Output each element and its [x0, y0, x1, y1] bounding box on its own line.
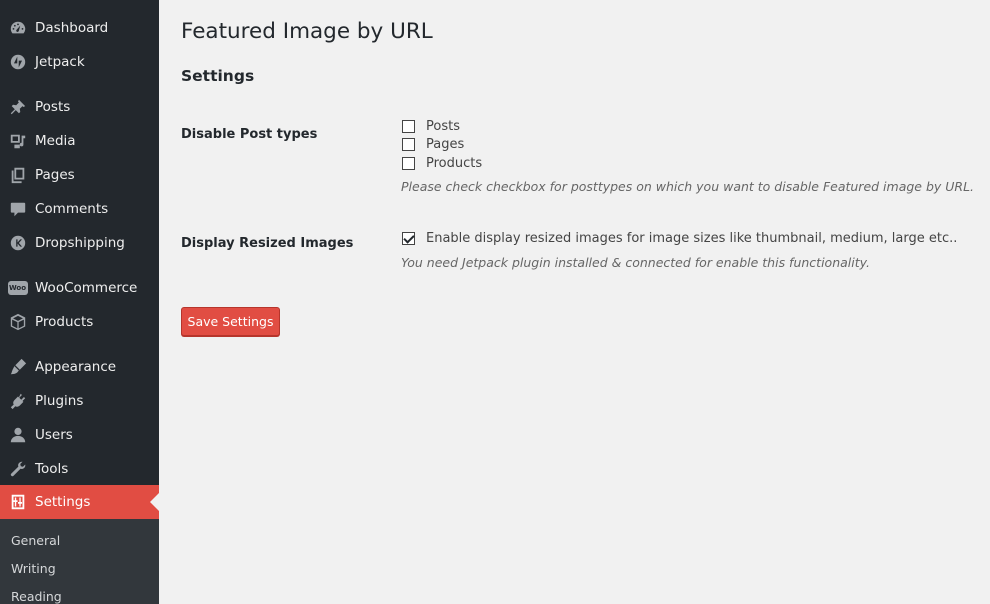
admin-sidebar: Dashboard Jetpack Posts Media Pages Comm… — [0, 0, 159, 604]
posts-checkbox[interactable] — [402, 120, 415, 133]
sidebar-item-dropshipping[interactable]: Dropshipping — [0, 226, 159, 260]
sidebar-item-label: Comments — [35, 201, 109, 217]
section-title: Settings — [181, 67, 255, 85]
products-checkbox[interactable] — [402, 157, 415, 170]
sidebar-item-appearance[interactable]: Appearance — [0, 350, 159, 384]
sidebar-item-label: Dropshipping — [35, 235, 125, 251]
checkbox-label: Pages — [426, 137, 465, 152]
checkbox-label: Products — [426, 156, 483, 171]
sidebar-item-products[interactable]: Products — [0, 305, 159, 339]
sliders-icon — [0, 485, 35, 519]
brush-icon — [0, 350, 35, 384]
submenu-item-general[interactable]: General — [11, 533, 60, 548]
sidebar-item-comments[interactable]: Comments — [0, 192, 159, 226]
page-title: Featured Image by URL — [181, 19, 433, 44]
sidebar-item-pages[interactable]: Pages — [0, 158, 159, 192]
checkbox-row-display-resized[interactable]: Enable display resized images for image … — [402, 231, 957, 246]
display-resized-description: You need Jetpack plugin installed & conn… — [401, 255, 871, 270]
sidebar-item-label: Media — [35, 133, 76, 149]
checkbox-row-products[interactable]: Products — [402, 156, 482, 171]
sidebar-item-label: Jetpack — [35, 54, 85, 70]
sidebar-item-posts[interactable]: Posts — [0, 90, 159, 124]
sidebar-item-label: WooCommerce — [35, 280, 138, 296]
sidebar-item-label: Plugins — [35, 393, 84, 409]
sidebar-item-jetpack[interactable]: Jetpack — [0, 45, 159, 79]
sidebar-item-woocommerce[interactable]: Woo WooCommerce — [0, 271, 159, 305]
jetpack-icon — [0, 45, 35, 79]
woo-badge: Woo — [7, 281, 28, 295]
checkbox-label: Posts — [426, 119, 460, 134]
pages-checkbox[interactable] — [402, 138, 415, 151]
display-resized-checkbox[interactable] — [402, 232, 415, 245]
sidebar-item-settings[interactable]: Settings — [0, 485, 159, 519]
sidebar-item-label: Posts — [35, 99, 71, 115]
submenu-item-reading[interactable]: Reading — [11, 589, 62, 604]
sidebar-item-media[interactable]: Media — [0, 124, 159, 158]
sidebar-item-plugins[interactable]: Plugins — [0, 384, 159, 418]
checkbox-row-pages[interactable]: Pages — [402, 137, 464, 152]
checkbox-label: Enable display resized images for image … — [426, 231, 958, 246]
settings-submenu: General Writing Reading — [0, 519, 159, 604]
display-resized-images-label: Display Resized Images — [181, 236, 354, 251]
sidebar-item-label: Pages — [35, 167, 75, 183]
plug-icon — [0, 384, 35, 418]
pin-icon — [0, 90, 35, 124]
woocommerce-icon: Woo — [0, 271, 35, 305]
sidebar-item-label: Settings — [35, 494, 91, 510]
sidebar-item-dashboard[interactable]: Dashboard — [0, 11, 159, 45]
sidebar-item-users[interactable]: Users — [0, 418, 159, 452]
disable-post-types-description: Please check checkbox for posttypes on w… — [401, 179, 975, 194]
wrench-icon — [0, 452, 35, 486]
comment-icon — [0, 192, 35, 226]
main-content: Featured Image by URL Settings Disable P… — [181, 0, 990, 604]
sidebar-item-label: Tools — [35, 461, 69, 477]
box-icon — [0, 305, 35, 339]
dropshipping-icon — [0, 226, 35, 260]
sidebar-item-label: Products — [35, 314, 94, 330]
pages-icon — [0, 158, 35, 192]
user-icon — [0, 418, 35, 452]
save-settings-button[interactable]: Save Settings — [181, 307, 280, 336]
sidebar-item-label: Users — [35, 427, 73, 443]
sidebar-item-tools[interactable]: Tools — [0, 452, 159, 486]
sidebar-item-label: Dashboard — [35, 20, 109, 36]
sidebar-item-label: Appearance — [35, 359, 117, 375]
disable-post-types-label: Disable Post types — [181, 127, 318, 142]
submenu-item-writing[interactable]: Writing — [11, 561, 56, 576]
media-icon — [0, 124, 35, 158]
checkbox-row-posts[interactable]: Posts — [402, 119, 460, 134]
dashboard-icon — [0, 11, 35, 45]
